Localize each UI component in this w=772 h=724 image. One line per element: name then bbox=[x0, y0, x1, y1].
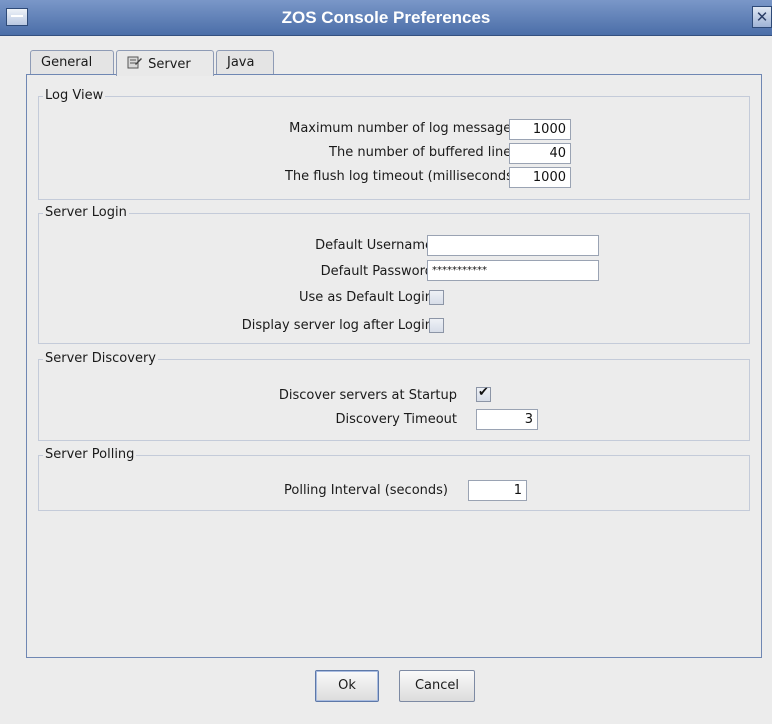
server-login-group: Server Login Default Username Default Pa… bbox=[38, 205, 750, 344]
discover-startup-label: Discover servers at Startup bbox=[278, 388, 457, 403]
discovery-timeout-input[interactable] bbox=[476, 409, 538, 430]
display-log-label: Display server log after Login bbox=[241, 318, 433, 333]
username-label: Default Username bbox=[315, 238, 433, 253]
max-messages-input[interactable] bbox=[509, 119, 571, 140]
polling-interval-label: Polling Interval (seconds) bbox=[284, 483, 448, 498]
log-view-group: Log View Maximum number of log messages … bbox=[38, 88, 750, 200]
flush-timeout-label: The flush log timeout (milliseconds) bbox=[284, 169, 518, 184]
max-messages-label: Maximum number of log messages bbox=[289, 121, 518, 136]
server-polling-title: Server Polling bbox=[43, 447, 137, 462]
title-bar: ZOS Console Preferences ✕ bbox=[0, 0, 772, 36]
tab-java[interactable]: Java bbox=[216, 50, 274, 75]
log-view-title: Log View bbox=[43, 88, 106, 103]
tab-general[interactable]: General bbox=[30, 50, 114, 75]
ok-button[interactable]: Ok bbox=[315, 670, 379, 702]
password-label: Default Password bbox=[320, 264, 433, 279]
server-tab-panel: Log View Maximum number of log messages … bbox=[26, 74, 762, 658]
tab-general-label: General bbox=[41, 55, 93, 70]
window-title: ZOS Console Preferences bbox=[281, 8, 491, 27]
discovery-timeout-label: Discovery Timeout bbox=[335, 412, 457, 427]
server-discovery-group: Server Discovery Discover servers at Sta… bbox=[38, 351, 750, 441]
close-button[interactable]: ✕ bbox=[752, 6, 772, 28]
username-input[interactable] bbox=[427, 235, 599, 256]
server-discovery-title: Server Discovery bbox=[43, 351, 158, 366]
flush-timeout-input[interactable] bbox=[509, 167, 571, 188]
polling-interval-input[interactable] bbox=[468, 480, 527, 501]
cancel-button[interactable]: Cancel bbox=[399, 670, 475, 702]
password-input[interactable] bbox=[427, 260, 599, 281]
tab-java-label: Java bbox=[227, 55, 255, 70]
default-login-label: Use as Default Login bbox=[299, 290, 433, 305]
server-tab-icon bbox=[127, 55, 142, 70]
default-login-checkbox[interactable] bbox=[429, 290, 444, 305]
tab-server-label: Server bbox=[148, 57, 191, 72]
buffered-lines-label: The number of buffered lines bbox=[329, 145, 518, 160]
discover-startup-checkbox[interactable] bbox=[476, 385, 491, 402]
server-polling-group: Server Polling Polling Interval (seconds… bbox=[38, 447, 750, 511]
buffered-lines-input[interactable] bbox=[509, 143, 571, 164]
display-log-checkbox[interactable] bbox=[429, 318, 444, 333]
server-login-title: Server Login bbox=[43, 205, 129, 220]
tab-server[interactable]: Server bbox=[116, 50, 214, 76]
